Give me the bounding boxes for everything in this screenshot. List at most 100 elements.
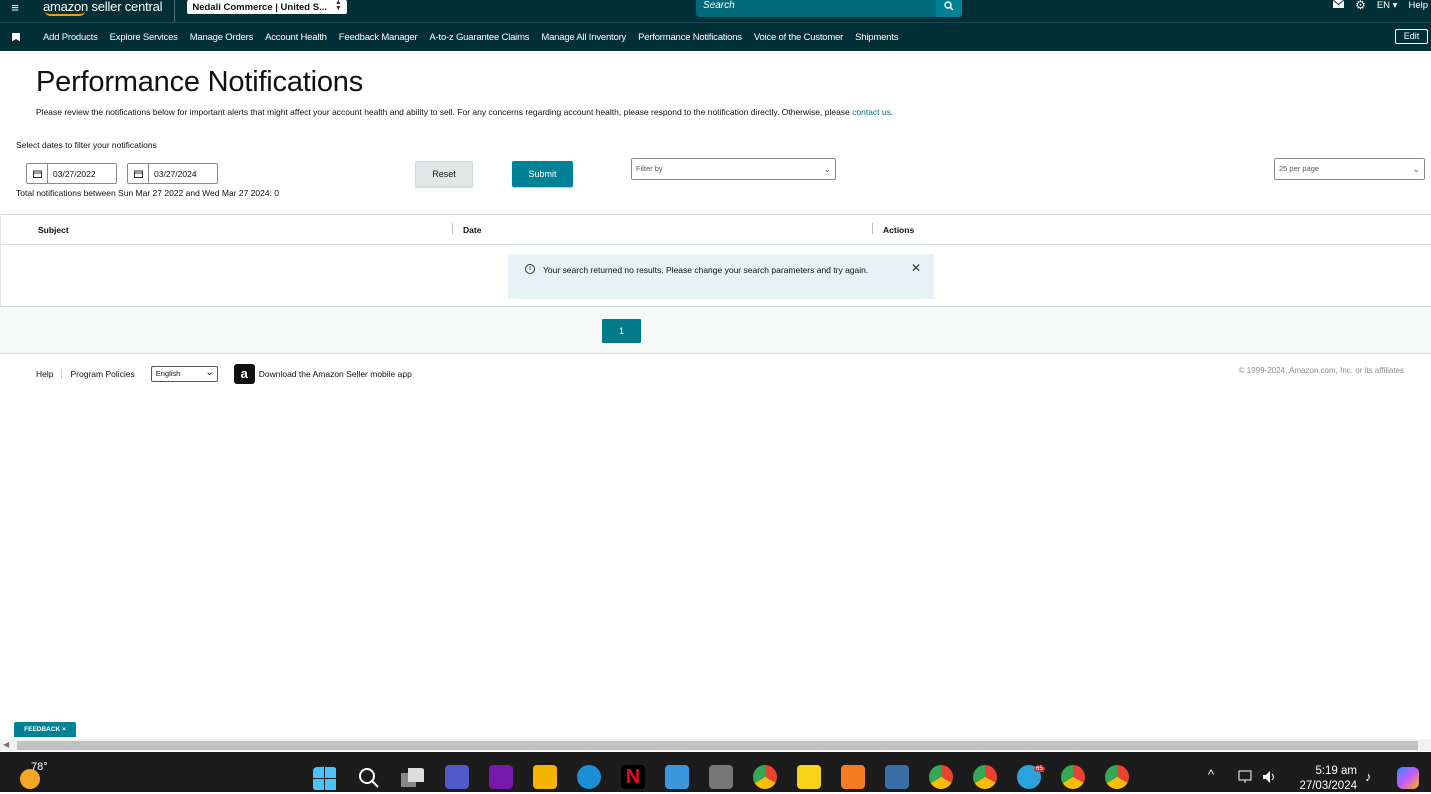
chrome-profile-icon[interactable] [973,765,997,789]
search-input[interactable]: Search [696,0,936,17]
hamburger-menu-icon[interactable]: ≡ [0,1,30,14]
chrome-profile-icon[interactable] [929,765,953,789]
search-icon[interactable] [358,767,382,791]
date-to-input[interactable]: 03/27/2024 [127,163,218,184]
nav-performance-notifications[interactable]: Performance Notifications [638,32,742,43]
notification-icon[interactable]: ♪ [1365,769,1372,784]
page-button-1[interactable]: 1 [602,319,641,343]
reset-button[interactable]: Reset [415,161,473,187]
footer-language-select[interactable]: English ⌄ [150,366,218,382]
filter-by-dropdown[interactable]: Filter by ⌄ [631,158,836,180]
nav-voice-of-customer[interactable]: Voice of the Customer [754,32,843,43]
mail-icon[interactable] [1332,0,1345,11]
clock[interactable]: 5:19 am 27/03/2024 [1299,764,1357,794]
feedback-button[interactable]: FEEDBACK × [14,722,76,737]
chevron-down-icon: ⌄ [1412,164,1420,174]
onenote-icon[interactable] [489,765,513,789]
amazon-app-icon[interactable]: a [233,364,255,384]
calendar-icon[interactable] [27,164,48,183]
windows-taskbar: 78° N 65 ^ 5:19 am 27/03/2024 ♪ [0,752,1431,792]
description-text: Please review the notifications below fo… [36,107,853,117]
bookmark-icon[interactable] [12,32,20,42]
amazon-seller-central-logo[interactable]: amazon seller central [43,0,163,16]
language-value: English [155,369,181,378]
contact-us-link[interactable]: contact us. [852,107,893,117]
filter-by-label: Filter by [636,164,663,173]
copilot-icon[interactable] [1397,767,1419,789]
date-from-input[interactable]: 03/27/2022 [26,163,117,184]
chrome-profile-icon[interactable] [1061,765,1085,789]
total-notifications-text: Total notifications between Sun Mar 27 2… [16,188,280,198]
sticky-notes-icon[interactable] [797,765,821,789]
chrome-profile-icon[interactable] [1105,765,1129,789]
header-right-icons: ⚙ EN ▾ Help [1332,0,1431,16]
submit-button[interactable]: Submit [512,161,573,187]
nav-account-health[interactable]: Account Health [265,32,327,43]
footer-help-link[interactable]: Help [36,369,63,379]
telegram-badge: 65 [1034,766,1045,772]
date-to-value: 03/27/2024 [154,168,197,179]
nav-feedback-manager[interactable]: Feedback Manager [339,32,418,43]
page-title: Performance Notifications [36,66,364,98]
snipping-tool-icon[interactable] [885,765,909,789]
volume-icon[interactable] [1262,770,1278,784]
footer: Help Program Policies English ⌄ a Downloa… [36,364,412,384]
date-from-value: 03/27/2022 [53,168,96,179]
nav-shipments[interactable]: Shipments [855,32,898,43]
calculator-icon[interactable] [709,765,733,789]
edit-nav-button[interactable]: Edit [1395,29,1428,44]
column-subject[interactable]: Subject [38,225,69,235]
copyright: © 1999-2024, Amazon.com, Inc. or its aff… [1238,366,1404,375]
edge-icon[interactable] [577,765,601,789]
pagination: 1 [0,308,1431,354]
search-icon [944,0,954,11]
close-icon[interactable]: ✕ [911,262,921,274]
footer-policies-link[interactable]: Program Policies [70,369,142,379]
notepad-icon[interactable] [665,765,689,789]
nav-manage-orders[interactable]: Manage Orders [190,32,254,43]
windows-start-icon[interactable] [313,767,337,791]
nav-bar: Add Products Explore Services Manage Ord… [0,22,1431,51]
teams-icon[interactable] [445,765,469,789]
download-app-link[interactable]: Download the Amazon Seller mobile app [259,369,412,379]
account-switcher[interactable]: Nedali Commerce | United S... ▲ ▼ [187,0,348,14]
nav-add-products[interactable]: Add Products [43,32,98,43]
nav-a-to-z-claims[interactable]: A-to-z Guarantee Claims [429,32,529,43]
gear-icon[interactable]: ⚙ [1355,0,1366,12]
language-selector[interactable]: EN ▾ [1377,0,1398,11]
column-divider [452,223,453,234]
task-view-icon[interactable] [401,768,425,792]
scrollbar-thumb[interactable] [17,741,1418,750]
chevron-up-icon[interactable]: ^ [1208,767,1214,782]
search-button[interactable] [936,0,962,17]
no-results-alert: i Your search returned no results. Pleas… [508,254,934,299]
chrome-icon[interactable] [753,765,777,789]
scroll-left-icon[interactable]: ◀ [3,740,9,749]
horizontal-scrollbar[interactable]: ◀ [0,739,1431,751]
alert-message: Your search returned no results. Please … [543,265,869,275]
divider [174,0,176,22]
help-link[interactable]: Help [1408,0,1428,11]
account-selector-icon: ▲ ▼ [334,0,342,12]
chevron-down-icon: ⌄ [205,367,214,378]
table-header: Subject Date Actions [1,215,1431,245]
column-date[interactable]: Date [463,225,481,235]
per-page-dropdown[interactable]: 25 per page ⌄ [1274,158,1425,180]
netflix-icon[interactable]: N [621,765,645,789]
calendar-icon[interactable] [128,164,149,183]
account-name: Nedali Commerce | United S... [192,1,327,13]
column-divider [872,223,873,234]
network-icon[interactable] [1238,770,1254,784]
chevron-down-icon: ⌄ [823,164,831,174]
app-r-icon[interactable] [841,765,865,789]
nav-explore-services[interactable]: Explore Services [110,32,178,43]
nav-manage-inventory[interactable]: Manage All Inventory [541,32,626,43]
info-icon: i [525,264,535,274]
column-actions: Actions [883,225,915,235]
per-page-label: 25 per page [1279,164,1320,173]
notifications-table: Subject Date Actions i Your search retur… [0,214,1431,307]
file-explorer-icon[interactable] [533,765,557,789]
time: 5:19 am [1315,765,1357,777]
temperature: 78° [31,761,48,773]
logo-smile [45,11,85,16]
